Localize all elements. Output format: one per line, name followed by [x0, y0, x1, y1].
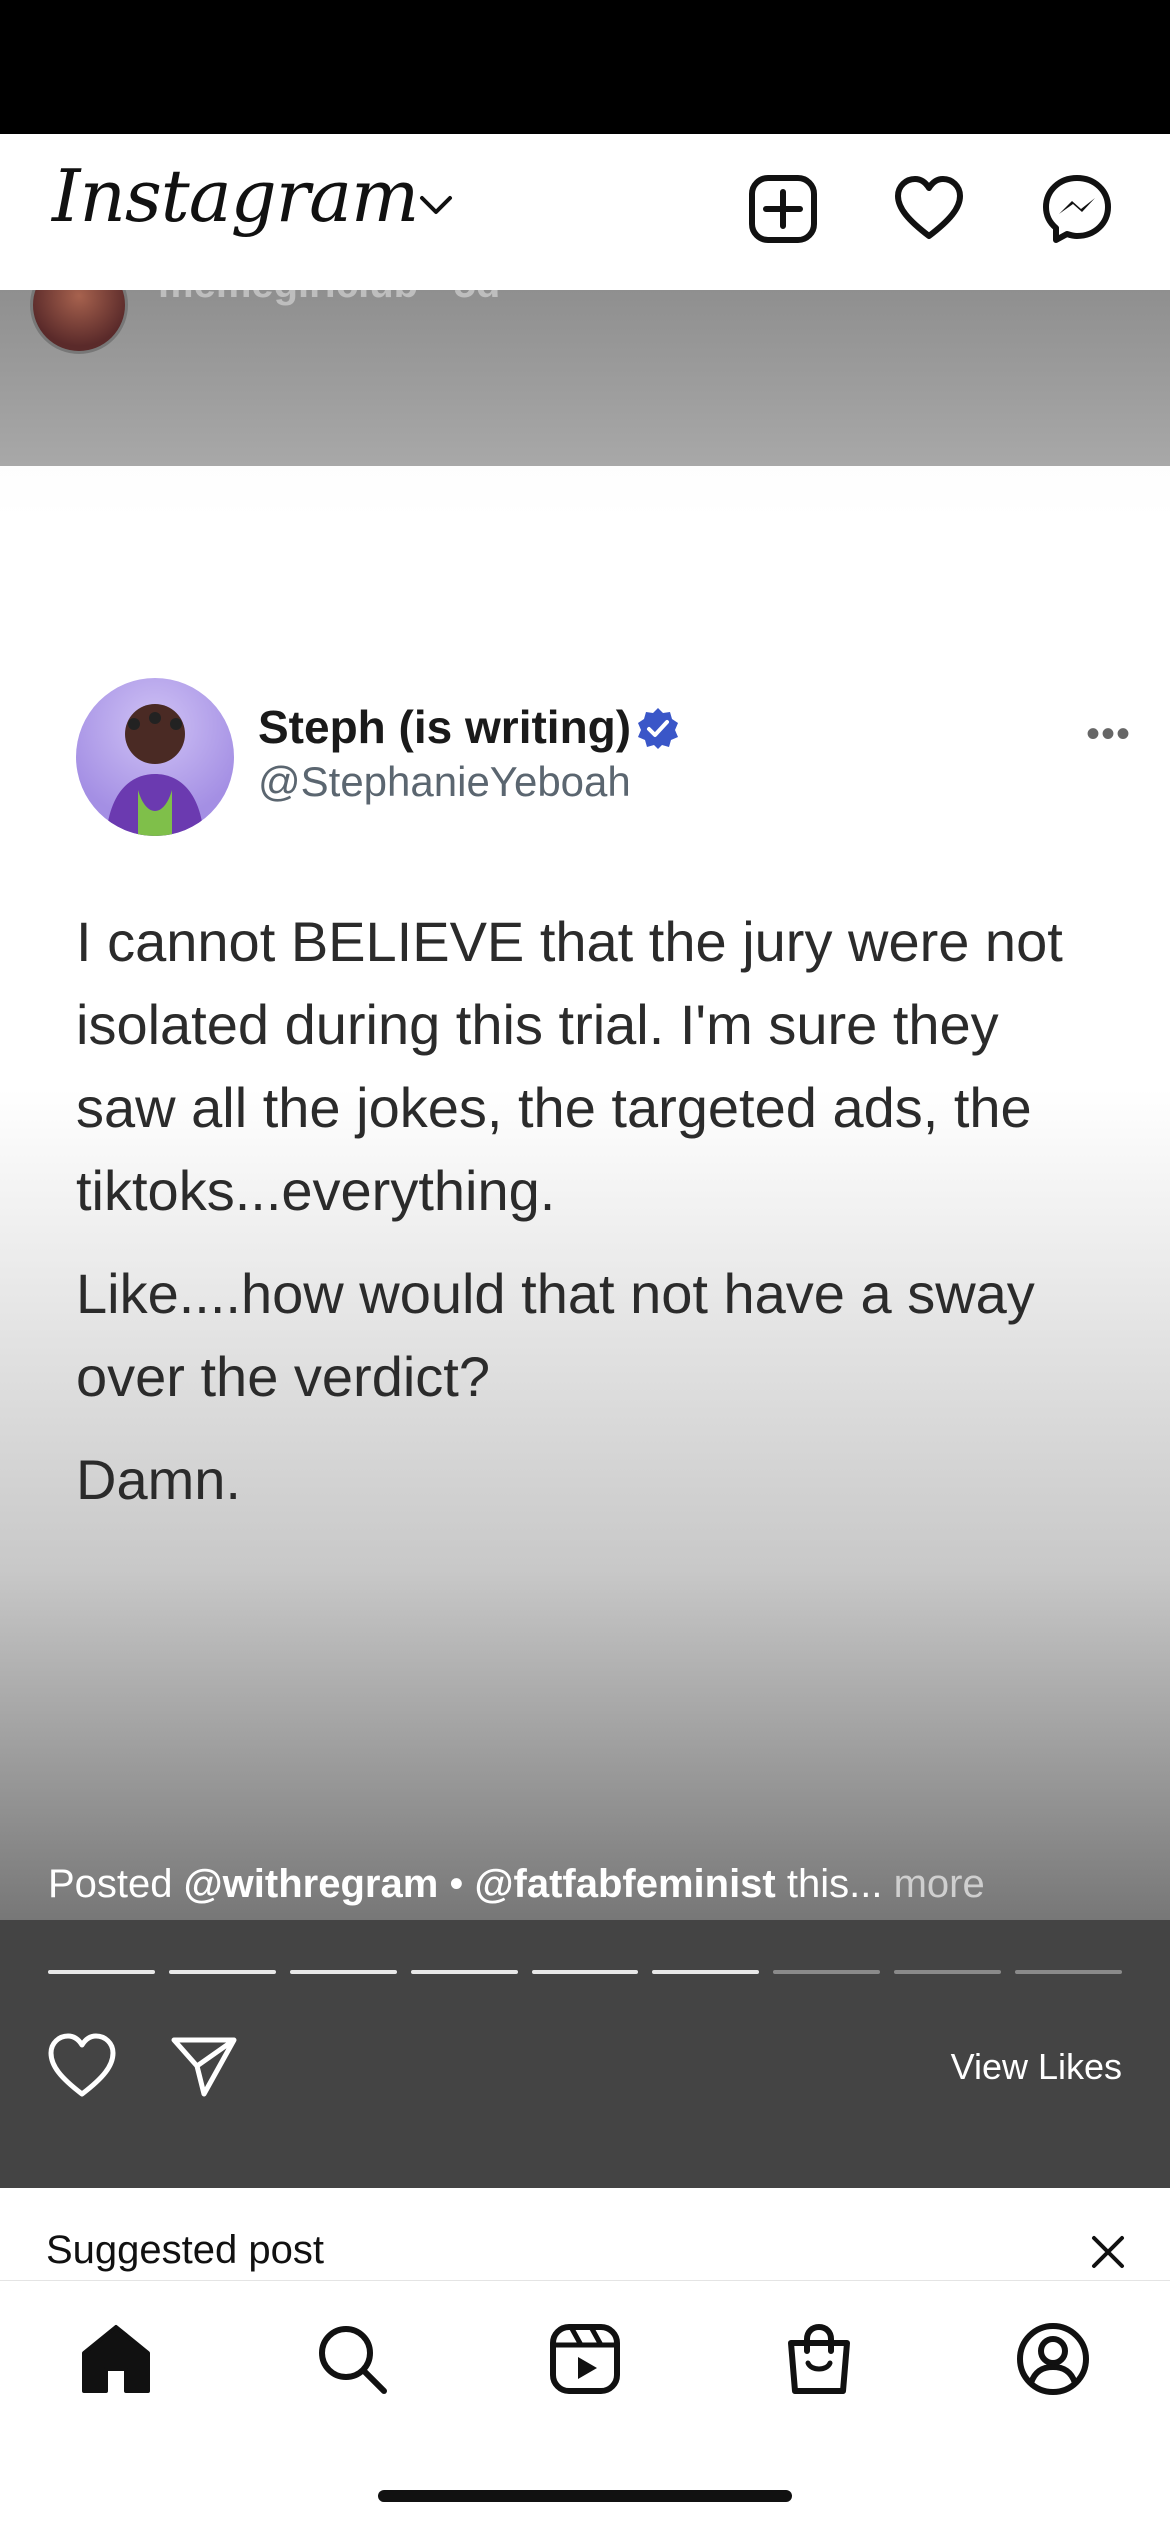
- messenger-icon[interactable]: [1042, 174, 1112, 244]
- caption-prefix: Posted: [48, 1862, 184, 1906]
- progress-segment: [168, 1970, 276, 1974]
- caption-user-link[interactable]: @fatfabfeminist: [475, 1862, 776, 1906]
- progress-segment: [894, 1970, 1002, 1974]
- top-bar: Instagram: [0, 134, 1170, 290]
- progress-segment: [289, 1970, 397, 1974]
- progress-segment: [652, 1970, 760, 1974]
- like-heart-icon[interactable]: [46, 2030, 118, 2102]
- suggested-post-label: Suggested post: [46, 2228, 324, 2272]
- tweet-more-icon: •••: [1086, 712, 1132, 756]
- chevron-down-icon[interactable]: [418, 194, 454, 218]
- tweet-paragraph: Damn.: [76, 1448, 241, 1511]
- tweet-author-handle: @StephanieYeboah: [258, 758, 631, 805]
- status-bar: [0, 0, 1170, 134]
- caption-user-link[interactable]: @withregram: [184, 1862, 439, 1906]
- tweet-author-avatar: [76, 678, 234, 836]
- heart-icon[interactable]: [894, 174, 964, 244]
- caption-separator: •: [438, 1862, 475, 1906]
- carousel-progress: [48, 1970, 1123, 1974]
- post-controls: View Likes: [0, 1920, 1170, 2188]
- home-icon[interactable]: [78, 2321, 154, 2397]
- profile-icon[interactable]: [1015, 2321, 1091, 2397]
- shop-icon[interactable]: [781, 2321, 857, 2397]
- new-post-icon[interactable]: [748, 174, 818, 244]
- tweet-paragraph: I cannot BELIEVE that the jury were not …: [76, 910, 1063, 1222]
- caption-more-link[interactable]: more: [882, 1862, 985, 1906]
- view-likes-button[interactable]: View Likes: [951, 2046, 1122, 2088]
- tweet-paragraph: Like....how would that not have a sway o…: [76, 1262, 1035, 1408]
- progress-segment: [1015, 1970, 1123, 1974]
- verified-badge-icon: [638, 708, 678, 749]
- progress-segment: [48, 1970, 155, 1974]
- progress-segment: [531, 1970, 639, 1974]
- search-icon[interactable]: [314, 2321, 390, 2397]
- progress-segment: [773, 1970, 881, 1974]
- reels-icon[interactable]: [547, 2321, 623, 2397]
- suggested-post-header: Suggested post: [0, 2188, 1170, 2280]
- tweet-text: I cannot BELIEVE that the jury were not …: [76, 900, 1106, 1541]
- close-icon[interactable]: [1088, 2232, 1128, 2272]
- tweet-author-name: Steph (is writing): [258, 701, 632, 753]
- progress-segment: [410, 1970, 518, 1974]
- share-icon[interactable]: [168, 2030, 240, 2102]
- previous-post-strip: [0, 290, 1170, 466]
- home-indicator: [378, 2490, 792, 2502]
- post-caption[interactable]: Posted @withregram • @fatfabfeminist thi…: [48, 1862, 985, 1907]
- caption-text: this...: [775, 1862, 883, 1906]
- instagram-logo[interactable]: Instagram: [52, 154, 419, 238]
